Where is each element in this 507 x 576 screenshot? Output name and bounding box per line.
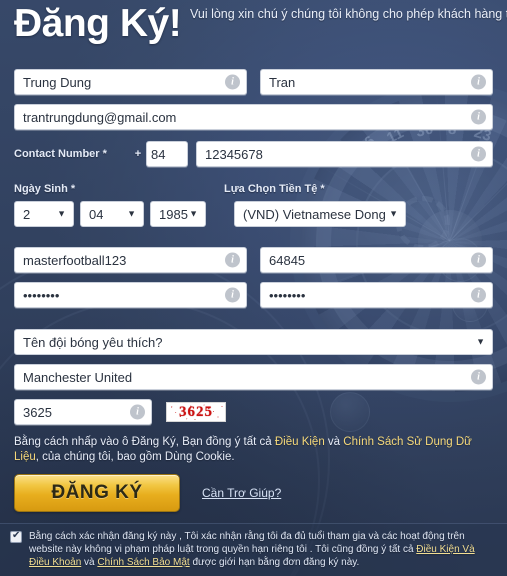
account-number-input[interactable] <box>261 248 492 272</box>
info-icon[interactable]: i <box>471 369 486 385</box>
password-field[interactable]: i <box>14 282 247 308</box>
dob-month-value: 04 <box>89 206 104 222</box>
email-field[interactable]: i <box>14 104 493 130</box>
currency-value: (VND) Vietnamese Dong <box>243 206 386 222</box>
country-code-field[interactable] <box>146 141 188 167</box>
currency-label: Lựa Chọn Tiền Tệ * <box>224 183 325 195</box>
info-icon[interactable]: i <box>471 146 486 162</box>
security-question-row: Tên đội bóng yêu thích? ▼ <box>0 329 507 355</box>
email-input[interactable] <box>15 105 492 129</box>
name-row: i i <box>0 69 507 95</box>
terms-suffix: , của chúng tôi, bao gồm Dùng Cookie. <box>35 451 235 463</box>
username-field[interactable]: i <box>14 247 247 273</box>
disclaimer-part3: được giới hạn bằng đơn đăng ký này. <box>189 557 360 568</box>
info-icon[interactable]: i <box>130 404 145 420</box>
security-answer-field[interactable]: i <box>14 364 493 390</box>
first-name-field[interactable]: i <box>14 69 247 95</box>
disclaimer-text: Bằng cách xác nhận đăng ký này , Tôi xác… <box>29 530 497 569</box>
captcha-image[interactable]: 3625 <box>166 402 226 422</box>
chevron-down-icon: ▼ <box>127 208 136 219</box>
info-icon[interactable]: i <box>225 74 240 90</box>
info-icon[interactable]: i <box>471 74 486 90</box>
first-name-input[interactable] <box>15 70 246 94</box>
terms-paragraph: Bằng cách nhấp vào ô Đăng Ký, Bạn đồng ý… <box>0 435 507 465</box>
terms-link-conditions[interactable]: Điều Kiện <box>275 436 325 448</box>
phone-field[interactable]: i <box>196 141 493 167</box>
captcha-field[interactable]: i <box>14 399 152 425</box>
captcha-image-text: 3625 <box>179 403 213 420</box>
security-question-select[interactable]: Tên đội bóng yêu thích? ▼ <box>14 329 493 355</box>
disclaimer-link-privacy[interactable]: Chính Sách Bảo Mật <box>97 557 189 568</box>
info-icon[interactable]: i <box>225 287 240 303</box>
register-button[interactable]: ĐĂNG KÝ <box>14 474 180 512</box>
dob-month-select[interactable]: 04 ▼ <box>80 201 144 227</box>
terms-prefix: Bằng cách nhấp vào ô Đăng Ký, Bạn đồng ý… <box>14 436 275 448</box>
info-icon[interactable]: i <box>471 252 486 268</box>
chevron-down-icon: ▼ <box>57 208 66 219</box>
dob-day-value: 2 <box>23 206 31 222</box>
country-code-input[interactable] <box>147 142 187 166</box>
contact-row: Contact Number * + i <box>0 141 507 167</box>
email-row: i <box>0 104 507 130</box>
page-header: Đăng Ký! Vui lòng xin chú ý chúng tôi kh… <box>0 0 507 60</box>
chevron-down-icon: ▼ <box>389 208 398 219</box>
username-input[interactable] <box>15 248 246 272</box>
submit-row: ĐĂNG KÝ Cần Trơ Giúp? <box>0 474 507 512</box>
terms-mid: và <box>324 436 344 448</box>
confirm-age-checkbox[interactable] <box>10 530 22 543</box>
dob-year-value: 1985 <box>159 206 188 222</box>
chevron-down-icon: ▼ <box>189 208 198 219</box>
last-name-field[interactable]: i <box>260 69 493 95</box>
info-icon[interactable]: i <box>225 252 240 268</box>
currency-select[interactable]: (VND) Vietnamese Dong ▼ <box>234 201 406 227</box>
dob-currency-row: 2 ▼ 04 ▼ 1985 ▼ (VND) Vietnamese Dong ▼ <box>0 201 507 227</box>
account-number-field[interactable]: i <box>260 247 493 273</box>
confirm-password-input[interactable] <box>261 283 492 307</box>
security-answer-input[interactable] <box>15 365 492 389</box>
header-note: Vui lòng xin chú ý chúng tôi không cho p… <box>190 7 507 21</box>
info-icon[interactable]: i <box>471 287 486 303</box>
credentials-row-1: i i <box>0 247 507 273</box>
dob-label: Ngày Sinh * <box>14 183 76 195</box>
dob-currency-label-row: Ngày Sinh * Lựa Chọn Tiền Tệ * <box>0 183 507 195</box>
disclaimer-part1: Bằng cách xác nhận đăng ký này , Tôi xác… <box>29 531 465 555</box>
confirm-password-field[interactable]: i <box>260 282 493 308</box>
dob-day-select[interactable]: 2 ▼ <box>14 201 74 227</box>
plus-sign: + <box>134 148 142 160</box>
phone-input[interactable] <box>197 142 492 166</box>
chevron-down-icon: ▼ <box>476 336 485 347</box>
security-answer-row: i <box>0 364 507 390</box>
security-question-value: Tên đội bóng yêu thích? <box>23 334 163 350</box>
disclaimer-part2: và <box>81 557 98 568</box>
need-help-link[interactable]: Cần Trơ Giúp? <box>202 486 281 500</box>
disclaimer-bar: Bằng cách xác nhận đăng ký này , Tôi xác… <box>0 523 507 576</box>
credentials-row-2: i i <box>0 282 507 308</box>
contact-number-label: Contact Number * <box>14 148 107 160</box>
dob-year-select[interactable]: 1985 ▼ <box>150 201 206 227</box>
captcha-row: i 3625 <box>0 399 507 425</box>
last-name-input[interactable] <box>261 70 492 94</box>
page-title: Đăng Ký! <box>14 2 182 45</box>
password-input[interactable] <box>15 283 246 307</box>
info-icon[interactable]: i <box>471 109 486 125</box>
